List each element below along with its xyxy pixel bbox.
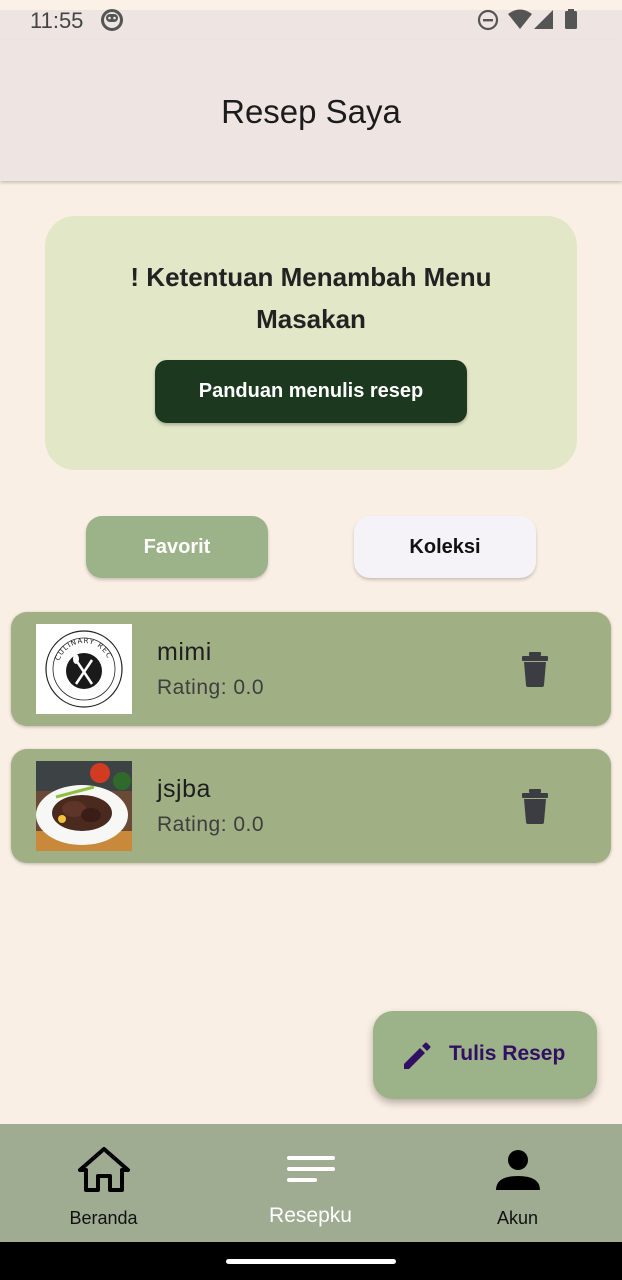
screen: 11:55 Resep Saya ! Ketentuan Menambah Me… (0, 0, 622, 1280)
recipe-name: jsjba (157, 775, 211, 803)
home-gesture-handle[interactable] (226, 1259, 396, 1264)
write-recipe-fab[interactable]: Tulis Resep (373, 1011, 597, 1099)
page-title: Resep Saya (221, 93, 401, 130)
status-time: 11:55 (30, 8, 84, 33)
list-icon (285, 1144, 337, 1196)
guidelines-card: ! Ketentuan Menambah Menu Masakan Pandua… (45, 216, 577, 470)
wifi-icon (507, 8, 533, 37)
recipe-rating: Rating: 0.0 (157, 813, 265, 836)
system-gesture-bar (0, 1242, 622, 1280)
battery-icon (564, 8, 578, 37)
person-icon (492, 1144, 544, 1196)
pencil-icon (401, 1040, 433, 1072)
do-not-disturb-icon (476, 8, 500, 37)
fab-label: Tulis Resep (449, 1042, 566, 1065)
recipe-card[interactable]: jsjba Rating: 0.0 (11, 749, 611, 863)
writing-guide-button[interactable]: Panduan menulis resep (155, 360, 467, 423)
nav-label: Resepku (269, 1204, 352, 1227)
app-bar: Resep Saya (0, 40, 622, 181)
nav-item-beranda[interactable]: Beranda (0, 1124, 207, 1242)
nav-item-akun[interactable]: Akun (414, 1124, 621, 1242)
recipe-rating: Rating: 0.0 (157, 676, 265, 699)
guidelines-title: ! Ketentuan Menambah Menu Masakan (130, 262, 492, 334)
favorit-tab-button[interactable]: Favorit (86, 516, 268, 578)
delete-trash-icon[interactable] (519, 650, 551, 688)
cellular-signal-icon (533, 8, 555, 37)
home-icon (78, 1144, 130, 1196)
nav-label: Beranda (69, 1208, 138, 1228)
recipe-card[interactable]: CULINARY REC mimi Rating: 0.0 (11, 612, 611, 726)
android-robot-icon (100, 8, 124, 37)
nav-label: Akun (496, 1208, 539, 1228)
bottom-navigation: Beranda Resepku Akun (0, 1124, 622, 1242)
recipe-thumbnail-food (36, 761, 132, 851)
status-bar: 11:55 (0, 0, 622, 40)
nav-item-resepku[interactable]: Resepku (207, 1124, 414, 1242)
recipe-name: mimi (157, 638, 212, 666)
recipe-thumbnail-logo: CULINARY REC (36, 624, 132, 714)
koleksi-tab-button[interactable]: Koleksi (354, 516, 536, 578)
delete-trash-icon[interactable] (519, 787, 551, 825)
